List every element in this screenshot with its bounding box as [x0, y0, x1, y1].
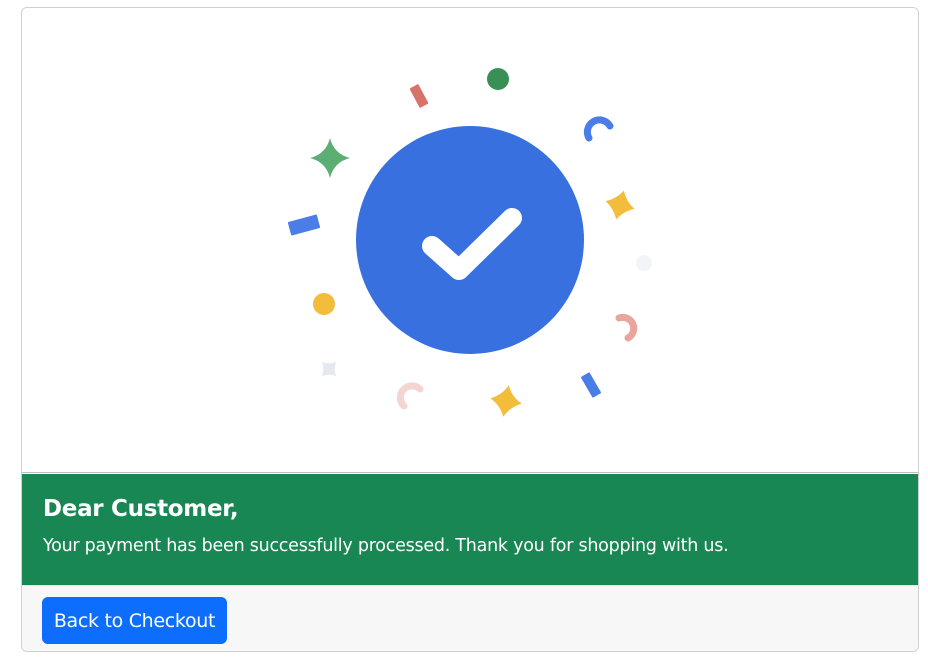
confetti-blue-bar-right	[581, 372, 601, 398]
confetti-green-dot	[487, 68, 509, 90]
confetti-blue-arc	[583, 116, 614, 142]
card-footer: Back to Checkout	[22, 585, 918, 651]
confetti-red-bar	[409, 84, 429, 108]
confetti-pink-arc	[615, 313, 638, 342]
confetti-blue-bar-left	[287, 214, 321, 236]
confetti-green-star	[310, 138, 350, 178]
confetti-light-pink-arc	[396, 382, 424, 410]
confetti-yellow-dot	[313, 293, 335, 315]
confetti-yellow-star-bottom	[490, 385, 522, 417]
success-message-panel: Dear Customer, Your payment has been suc…	[22, 474, 918, 585]
message-body: Your payment has been successfully proce…	[43, 536, 729, 556]
confetti-yellow-star-right	[605, 190, 635, 220]
confetti-pale-dot	[636, 255, 652, 271]
message-title: Dear Customer,	[43, 496, 239, 522]
success-circle	[356, 126, 584, 354]
back-to-checkout-button[interactable]: Back to Checkout	[42, 597, 227, 644]
success-illustration-svg	[287, 68, 652, 417]
confetti-grey-star	[321, 361, 337, 377]
success-illustration	[22, 8, 918, 473]
payment-success-card: Dear Customer, Your payment has been suc…	[21, 7, 919, 652]
